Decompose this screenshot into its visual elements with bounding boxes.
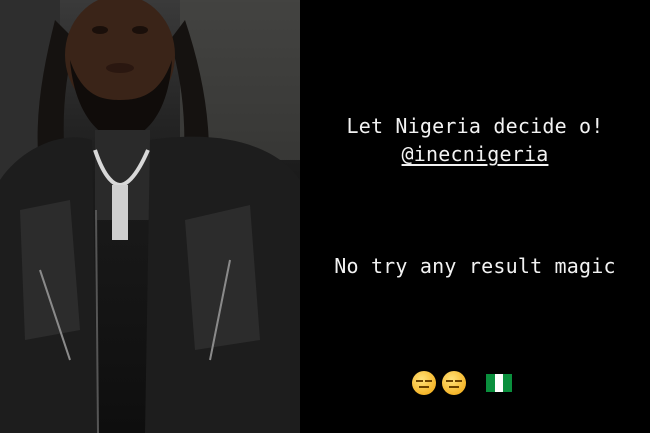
person-photo xyxy=(0,0,300,433)
story-caption-line: Let Nigeria decide o! xyxy=(346,114,604,138)
story-caption-line-2: No try any result magic xyxy=(334,254,616,278)
mention-link[interactable]: @inecnigeria xyxy=(300,142,650,166)
expressionless-face-icon xyxy=(412,371,436,395)
emoji-row xyxy=(412,371,513,395)
story-text-panel: Let Nigeria decide o! @inecnigeria No tr… xyxy=(300,0,650,433)
person-photo-illustration xyxy=(0,0,300,433)
expressionless-face-icon xyxy=(442,371,466,395)
nigeria-flag-icon xyxy=(486,374,513,392)
